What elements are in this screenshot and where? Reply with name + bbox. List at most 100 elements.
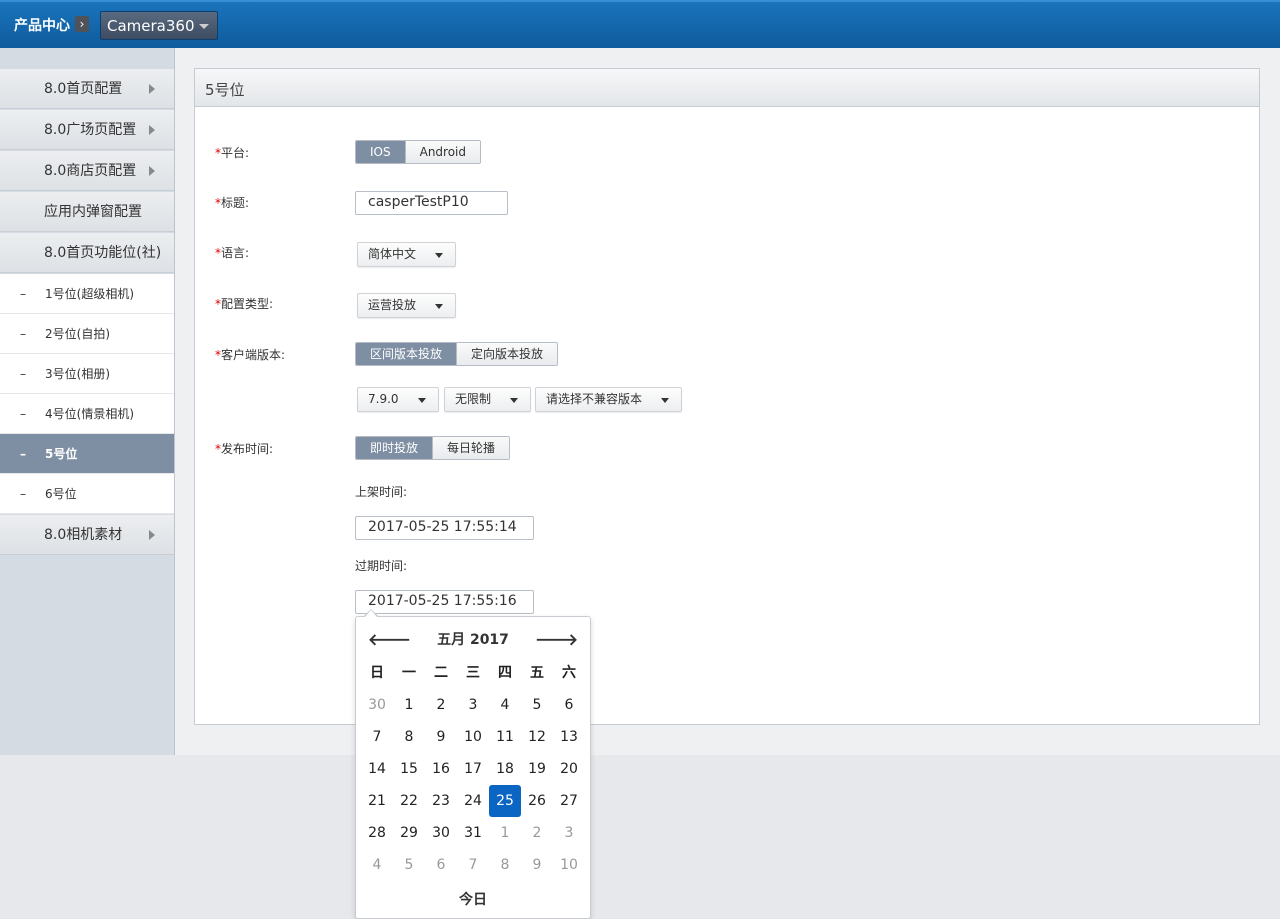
calendar-day[interactable]: 2 bbox=[425, 689, 457, 721]
min-version-value: 7.9.0 bbox=[368, 392, 399, 406]
app-select-value: Camera360 bbox=[107, 17, 195, 35]
calendar-day[interactable]: 30 bbox=[361, 689, 393, 721]
calendar-day[interactable]: 19 bbox=[521, 753, 553, 785]
sidebar-subitem-slot-1[interactable]: – 1号位(超级相机) bbox=[0, 274, 174, 314]
calendar-day[interactable]: 29 bbox=[393, 817, 425, 849]
sidebar-item-popup-config[interactable]: 应用内弹窗配置 bbox=[0, 192, 174, 232]
calendar-day[interactable]: 20 bbox=[553, 753, 585, 785]
calendar-day[interactable]: 26 bbox=[521, 785, 553, 817]
caret-down-icon bbox=[510, 398, 518, 403]
min-version-dropdown[interactable]: 7.9.0 bbox=[357, 387, 439, 412]
calendar-day[interactable]: 1 bbox=[393, 689, 425, 721]
sidebar-item-label: 8.0首页功能位(社) bbox=[44, 245, 162, 261]
weekday-label: 一 bbox=[402, 665, 416, 681]
calendar-day[interactable]: 5 bbox=[521, 689, 553, 721]
end-time-label: 过期时间: bbox=[355, 559, 408, 573]
calendar-week-row: 30 1 2 3 4 5 6 bbox=[361, 689, 585, 721]
calendar-day[interactable]: 3 bbox=[553, 817, 585, 849]
calendar-day[interactable]: 6 bbox=[553, 689, 585, 721]
client-version-label: *客户端版本: bbox=[215, 346, 285, 363]
calendar-day[interactable]: 8 bbox=[393, 721, 425, 753]
app-select[interactable]: Camera360 bbox=[100, 11, 218, 40]
sidebar-item-label: 应用内弹窗配置 bbox=[44, 204, 142, 220]
incompatible-version-dropdown[interactable]: 请选择不兼容版本 bbox=[535, 387, 682, 412]
brand-label[interactable]: 产品中心 bbox=[14, 15, 70, 35]
sidebar-item-function-slot[interactable]: 8.0首页功能位(社) bbox=[0, 233, 174, 273]
sidebar-subitem-slot-5[interactable]: – 5号位 bbox=[0, 434, 174, 474]
instant-publish-button[interactable]: 即时投放 bbox=[356, 437, 433, 459]
chevron-right-icon bbox=[149, 125, 155, 135]
end-time-input[interactable]: 2017-05-25 17:55:16 bbox=[355, 590, 534, 614]
calendar-day[interactable]: 14 bbox=[361, 753, 393, 785]
calendar-day[interactable]: 9 bbox=[425, 721, 457, 753]
calendar-day[interactable]: 27 bbox=[553, 785, 585, 817]
calendar-pointer-fill bbox=[365, 610, 377, 617]
today-button[interactable]: 今日 bbox=[356, 889, 590, 909]
calendar-day[interactable]: 10 bbox=[457, 721, 489, 753]
calendar-day[interactable]: 16 bbox=[425, 753, 457, 785]
dash-icon: – bbox=[20, 447, 26, 461]
calendar-day[interactable]: 15 bbox=[393, 753, 425, 785]
range-version-button[interactable]: 区间版本投放 bbox=[356, 343, 457, 365]
calendar-day[interactable]: 5 bbox=[393, 849, 425, 881]
calendar-day[interactable]: 7 bbox=[457, 849, 489, 881]
calendar-day[interactable]: 9 bbox=[521, 849, 553, 881]
title-input[interactable]: casperTestP10 bbox=[355, 191, 508, 215]
sidebar-item-plaza-config[interactable]: 8.0广场页配置 bbox=[0, 110, 174, 150]
calendar-day[interactable]: 24 bbox=[457, 785, 489, 817]
arrow-right-icon[interactable]: 🡒 bbox=[535, 629, 578, 649]
calendar-day[interactable]: 17 bbox=[457, 753, 489, 785]
calendar-day[interactable]: 13 bbox=[553, 721, 585, 753]
calendar-day[interactable]: 7 bbox=[361, 721, 393, 753]
calendar-day[interactable]: 8 bbox=[489, 849, 521, 881]
calendar-grid: 日一二三四五六 30 1 2 3 4 5 6 7 8 9 10 11 12 13 14 15 16 17 18 19 20… bbox=[361, 657, 585, 881]
targeted-version-button[interactable]: 定向版本投放 bbox=[456, 343, 558, 365]
calendar-day[interactable]: 18 bbox=[489, 753, 521, 785]
sidebar-subitem-slot-2[interactable]: – 2号位(自拍) bbox=[0, 314, 174, 354]
calendar-day-selected[interactable]: 25 bbox=[489, 785, 521, 817]
calendar-day[interactable]: 4 bbox=[489, 689, 521, 721]
calendar-day[interactable]: 6 bbox=[425, 849, 457, 881]
caret-down-icon bbox=[418, 398, 426, 403]
sidebar-subitem-slot-6[interactable]: – 6号位 bbox=[0, 474, 174, 514]
sidebar-subitem-slot-3[interactable]: – 3号位(相册) bbox=[0, 354, 174, 394]
language-dropdown[interactable]: 简体中文 bbox=[357, 242, 456, 267]
date-picker: 🡐 五月 2017 🡒 日一二三四五六 30 1 2 3 4 5 6 7 8 9 10 11 12 13 14… bbox=[355, 616, 591, 919]
publish-time-label: *发布时间: bbox=[215, 440, 273, 457]
calendar-day[interactable]: 23 bbox=[425, 785, 457, 817]
calendar-day[interactable]: 22 bbox=[393, 785, 425, 817]
calendar-day[interactable]: 10 bbox=[553, 849, 585, 881]
calendar-day[interactable]: 3 bbox=[457, 689, 489, 721]
calendar-day[interactable]: 2 bbox=[521, 817, 553, 849]
sidebar-item-camera-assets[interactable]: 8.0相机素材 bbox=[0, 515, 174, 555]
sidebar-item-store-config[interactable]: 8.0商店页配置 bbox=[0, 151, 174, 191]
sidebar-subitem-label: 2号位(自拍) bbox=[45, 327, 110, 341]
sidebar-subitem-slot-4[interactable]: – 4号位(情景相机) bbox=[0, 394, 174, 434]
language-value: 简体中文 bbox=[368, 247, 417, 261]
config-type-dropdown[interactable]: 运营投放 bbox=[357, 293, 456, 318]
max-version-dropdown[interactable]: 无限制 bbox=[444, 387, 531, 412]
calendar-day[interactable]: 28 bbox=[361, 817, 393, 849]
sidebar-item-home-config[interactable]: 8.0首页配置 bbox=[0, 69, 174, 109]
config-type-label: *配置类型: bbox=[215, 295, 273, 312]
platform-ios-button[interactable]: IOS bbox=[356, 141, 405, 163]
calendar-day[interactable]: 1 bbox=[489, 817, 521, 849]
caret-down-icon bbox=[661, 398, 669, 403]
title-label: *标题: bbox=[215, 194, 249, 211]
daily-rotation-button[interactable]: 每日轮播 bbox=[432, 437, 510, 459]
calendar-day[interactable]: 30 bbox=[425, 817, 457, 849]
calendar-day[interactable]: 12 bbox=[521, 721, 553, 753]
sidebar-subitem-label: 4号位(情景相机) bbox=[45, 407, 134, 421]
platform-android-button[interactable]: Android bbox=[404, 141, 481, 163]
dash-icon: – bbox=[20, 407, 26, 421]
calendar-day[interactable]: 31 bbox=[457, 817, 489, 849]
client-version-label-text: 客户端版本: bbox=[221, 348, 286, 362]
dash-icon: – bbox=[20, 367, 26, 381]
publish-mode-toggle: 即时投放 每日轮播 bbox=[355, 436, 511, 460]
calendar-week-row: 14 15 16 17 18 19 20 bbox=[361, 753, 585, 785]
start-time-input[interactable]: 2017-05-25 17:55:14 bbox=[355, 516, 534, 540]
calendar-day[interactable]: 4 bbox=[361, 849, 393, 881]
sidebar-subitem-label: 3号位(相册) bbox=[45, 367, 110, 381]
calendar-day[interactable]: 21 bbox=[361, 785, 393, 817]
calendar-day[interactable]: 11 bbox=[489, 721, 521, 753]
